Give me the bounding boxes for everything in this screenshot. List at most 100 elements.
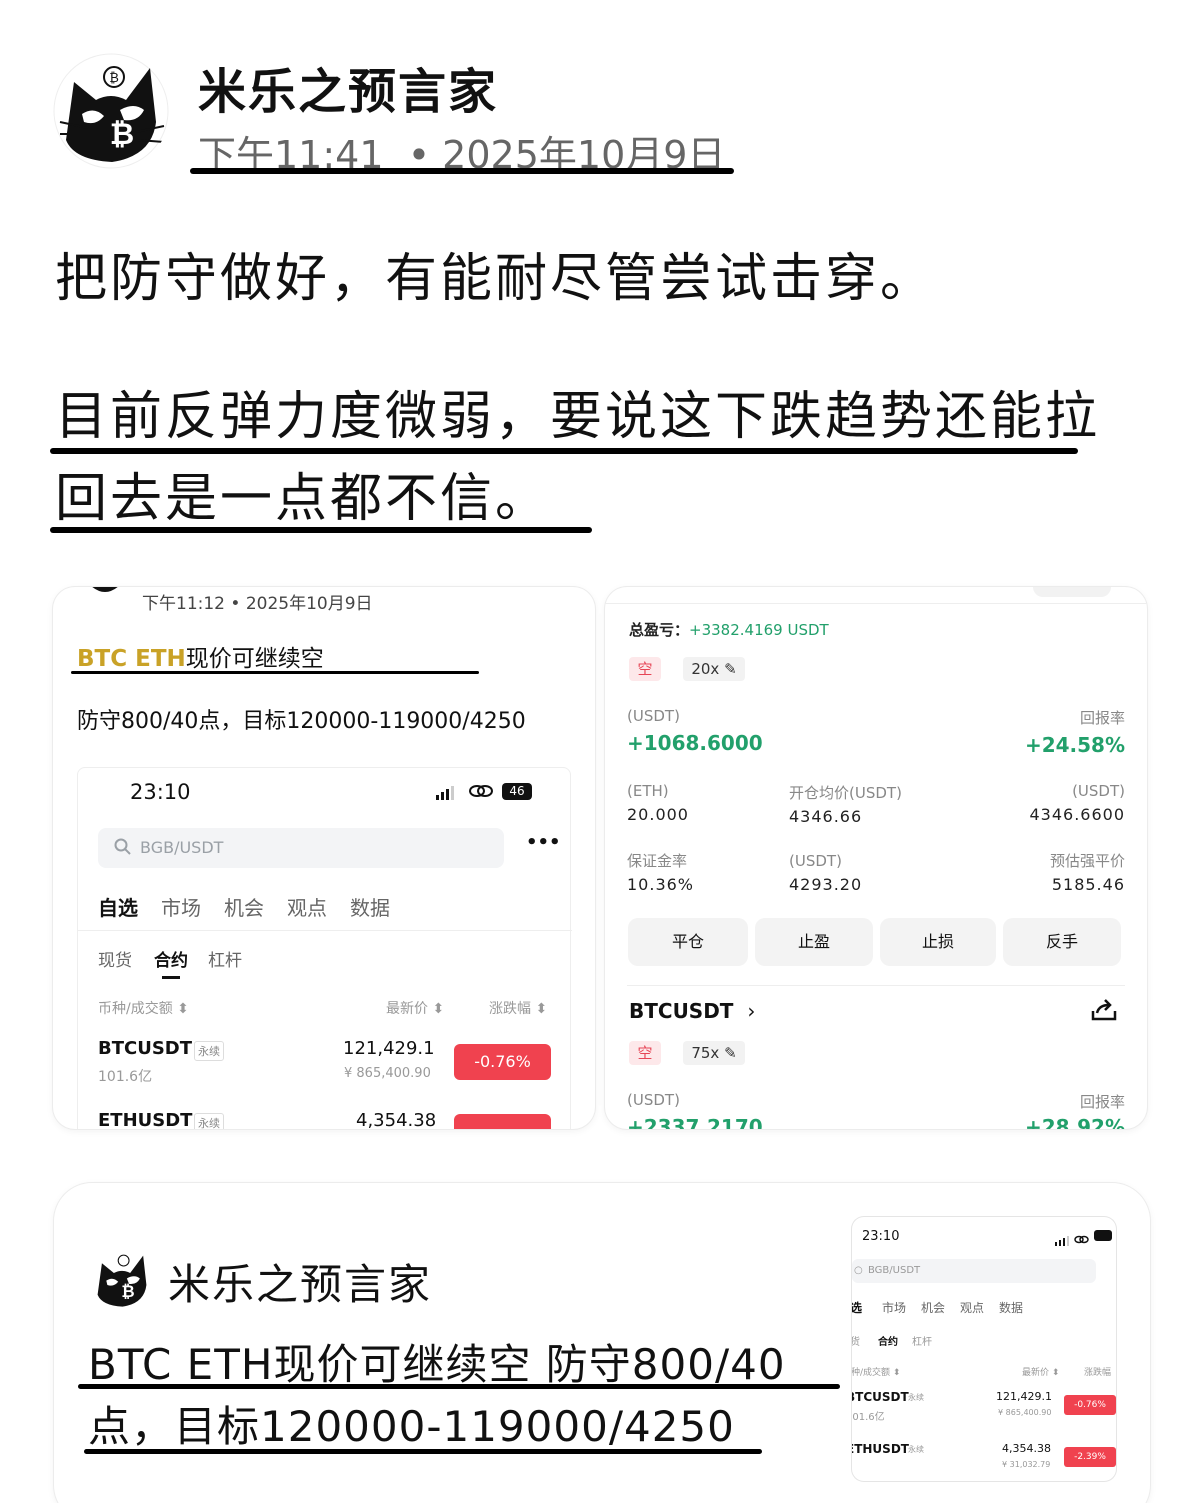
tab-insights[interactable]: 观点 [960, 1299, 984, 1316]
leverage-button[interactable]: 20x ✎ [683, 657, 745, 681]
quoted-post-card[interactable]: ₿ 米乐之预言家 BTC ETH现价可继续空 防守800/40 点，目标1200… [54, 1183, 1150, 1503]
column-header-symbol[interactable]: 币种/成交额 ⬍ [98, 998, 189, 1018]
row-price: 4,354.38 [356, 1110, 437, 1129]
svg-text:₿: ₿ [121, 1282, 134, 1301]
row-price-cny: ¥ 31,032.79 [1002, 1460, 1051, 1469]
author-avatar[interactable]: ₿ ₿ [52, 52, 170, 170]
active-tab-indicator [162, 976, 180, 979]
row-symbol: ETHUSDT [98, 1110, 193, 1129]
total-pnl-label: 总盈亏： [629, 621, 690, 639]
tab-favorites[interactable]: 选 [852, 1299, 862, 1316]
subtab-futures[interactable]: 合约 [154, 946, 188, 971]
search-input[interactable]: BGB/USDT [98, 828, 504, 868]
tab-data[interactable]: 数据 [999, 1299, 1023, 1316]
position-symbol-link[interactable]: BTCUSDT › [629, 999, 755, 1023]
underline-mark [50, 448, 1078, 454]
leverage-value: 75x [691, 1044, 720, 1062]
close-position-button[interactable]: 平仓 [628, 918, 748, 966]
more-menu-button[interactable]: ••• [526, 832, 561, 853]
mark-price-value: 4346.6600 [1029, 805, 1125, 824]
status-clock: 23:10 [130, 780, 191, 804]
entry-price-value: 4346.66 [789, 807, 863, 826]
post-paragraph-2-line-2: 回去是一点都不信。 [55, 469, 551, 529]
table-row[interactable]: BTCUSDT 永续 101.6亿 121,429.1 ¥ 865,400.90… [852, 1387, 1116, 1427]
stop-loss-button[interactable]: 止损 [880, 918, 996, 966]
table-row[interactable]: ETHUSDT 永续 4,354.38 [78, 1104, 572, 1129]
tab-market[interactable]: 市场 [161, 892, 201, 921]
mark-price-label: (USDT) [1072, 782, 1125, 800]
signal-icon [436, 785, 458, 804]
divider [78, 930, 572, 931]
edit-icon: ✎ [724, 1044, 737, 1062]
quoted-author-name: 米乐之预言家 [168, 1260, 433, 1309]
row-symbol: BTCUSDT [852, 1390, 909, 1404]
tab-insights[interactable]: 观点 [287, 892, 327, 921]
tab-market[interactable]: 市场 [882, 1299, 906, 1316]
search-icon [114, 838, 132, 860]
subtab-futures[interactable]: 合约 [878, 1333, 898, 1348]
column-header-symbol[interactable]: 币种/成交额 ⬍ [852, 1365, 900, 1378]
margin-ratio-label: 保证金率 [627, 852, 688, 870]
position-symbol: BTCUSDT [629, 999, 734, 1023]
title-highlight: BTC ETH [77, 646, 186, 672]
search-input[interactable]: ○ BGB/USDT [852, 1259, 1096, 1283]
short-side-badge: 空 [629, 1041, 661, 1065]
row-change-badge: -0.76% [1064, 1395, 1116, 1415]
quoted-post-body: 防守800/40点，目标120000-119000/4250 [77, 709, 526, 734]
cropped-button [1033, 587, 1111, 597]
signal-icon [1055, 1231, 1069, 1250]
tab-opportunities[interactable]: 机会 [224, 892, 264, 921]
subtab-spot[interactable]: 现货 [98, 946, 132, 971]
leverage-button[interactable]: 75x ✎ [683, 1041, 745, 1065]
roe-value: +28.92% [1024, 1115, 1125, 1129]
table-row[interactable]: BTCUSDT 永续 101.6亿 121,429.1 ¥ 865,400.90… [78, 1030, 572, 1092]
subtab-margin[interactable]: 杠杆 [912, 1333, 932, 1348]
column-header-price[interactable]: 最新价 ⬍ [1022, 1365, 1059, 1378]
row-change-badge: -0.76% [454, 1044, 551, 1080]
subtab-margin[interactable]: 杠杆 [208, 946, 242, 971]
margin-amount-label: (USDT) [789, 852, 842, 870]
screenshot-left-post[interactable]: 下午11:12 • 2025年10月9日 BTC ETH现价可继续空 防守800… [53, 587, 595, 1129]
search-placeholder: BGB/USDT [868, 1265, 921, 1276]
take-profit-button[interactable]: 止盈 [755, 918, 873, 966]
column-header-price[interactable]: 最新价 ⬍ [386, 998, 444, 1018]
subtab-spot[interactable]: 货 [852, 1333, 860, 1348]
chevron-right-icon: › [747, 999, 756, 1023]
share-icon[interactable] [1089, 997, 1119, 1027]
unrealized-pnl-value: +1068.6000 [627, 731, 763, 755]
row-symbol: ETHUSDT [852, 1442, 909, 1456]
liquidation-price-value: 5185.46 [1051, 875, 1125, 894]
embedded-phone-screenshot: 23:10 46 BGB/USDT ••• 自选 市场 机会 观点 数据 现货 … [77, 767, 572, 1129]
author-name[interactable]: 米乐之预言家 [198, 52, 498, 122]
screenshot-right-positions[interactable]: 总盈亏：+3382.4169 USDT 空 20x ✎ (USDT) +1068… [605, 587, 1147, 1129]
margin-ratio-value: 10.36% [627, 875, 695, 894]
column-header-change[interactable]: 涨跌幅 [1084, 1365, 1111, 1378]
table-row[interactable]: ETHUSDT 永续 4,354.38 ¥ 31,032.79 -2.39% [852, 1439, 1116, 1479]
post-paragraph-2-line-1: 目前反弹力度微弱，要说这下跌趋势还能拉 [55, 387, 1101, 447]
roe-value: +24.58% [1024, 733, 1125, 757]
unrealized-pnl-label: (USDT) [627, 707, 680, 725]
roe-label: 回报率 [1079, 709, 1125, 727]
leverage-value: 20x [691, 660, 720, 678]
quoted-post-title: BTC ETH现价可继续空 [77, 639, 324, 673]
entry-price-label: 开仓均价(USDT) [789, 784, 902, 802]
link-icon [468, 782, 494, 804]
tab-opportunities[interactable]: 机会 [921, 1299, 945, 1316]
row-volume: 101.6亿 [852, 1412, 885, 1423]
row-price: 4,354.38 [1002, 1442, 1051, 1455]
svg-text:₿: ₿ [110, 117, 134, 152]
svg-text:₿: ₿ [109, 71, 119, 86]
position-size-label: (ETH) [627, 782, 669, 800]
row-price: 121,429.1 [343, 1038, 435, 1059]
roe-label: 回报率 [1079, 1093, 1125, 1111]
unrealized-pnl-label: (USDT) [627, 1091, 680, 1109]
reverse-position-button[interactable]: 反手 [1003, 918, 1121, 966]
tab-favorites[interactable]: 自选 [98, 892, 138, 921]
author-avatar: ₿ [90, 1247, 154, 1311]
battery-icon: 46 [502, 783, 532, 800]
short-side-badge: 空 [629, 657, 661, 681]
column-header-change[interactable]: 涨跌幅 ⬍ [489, 998, 547, 1018]
tab-data[interactable]: 数据 [350, 892, 390, 921]
search-placeholder: BGB/USDT [140, 838, 224, 857]
row-change-badge: -2.39% [1064, 1447, 1116, 1467]
